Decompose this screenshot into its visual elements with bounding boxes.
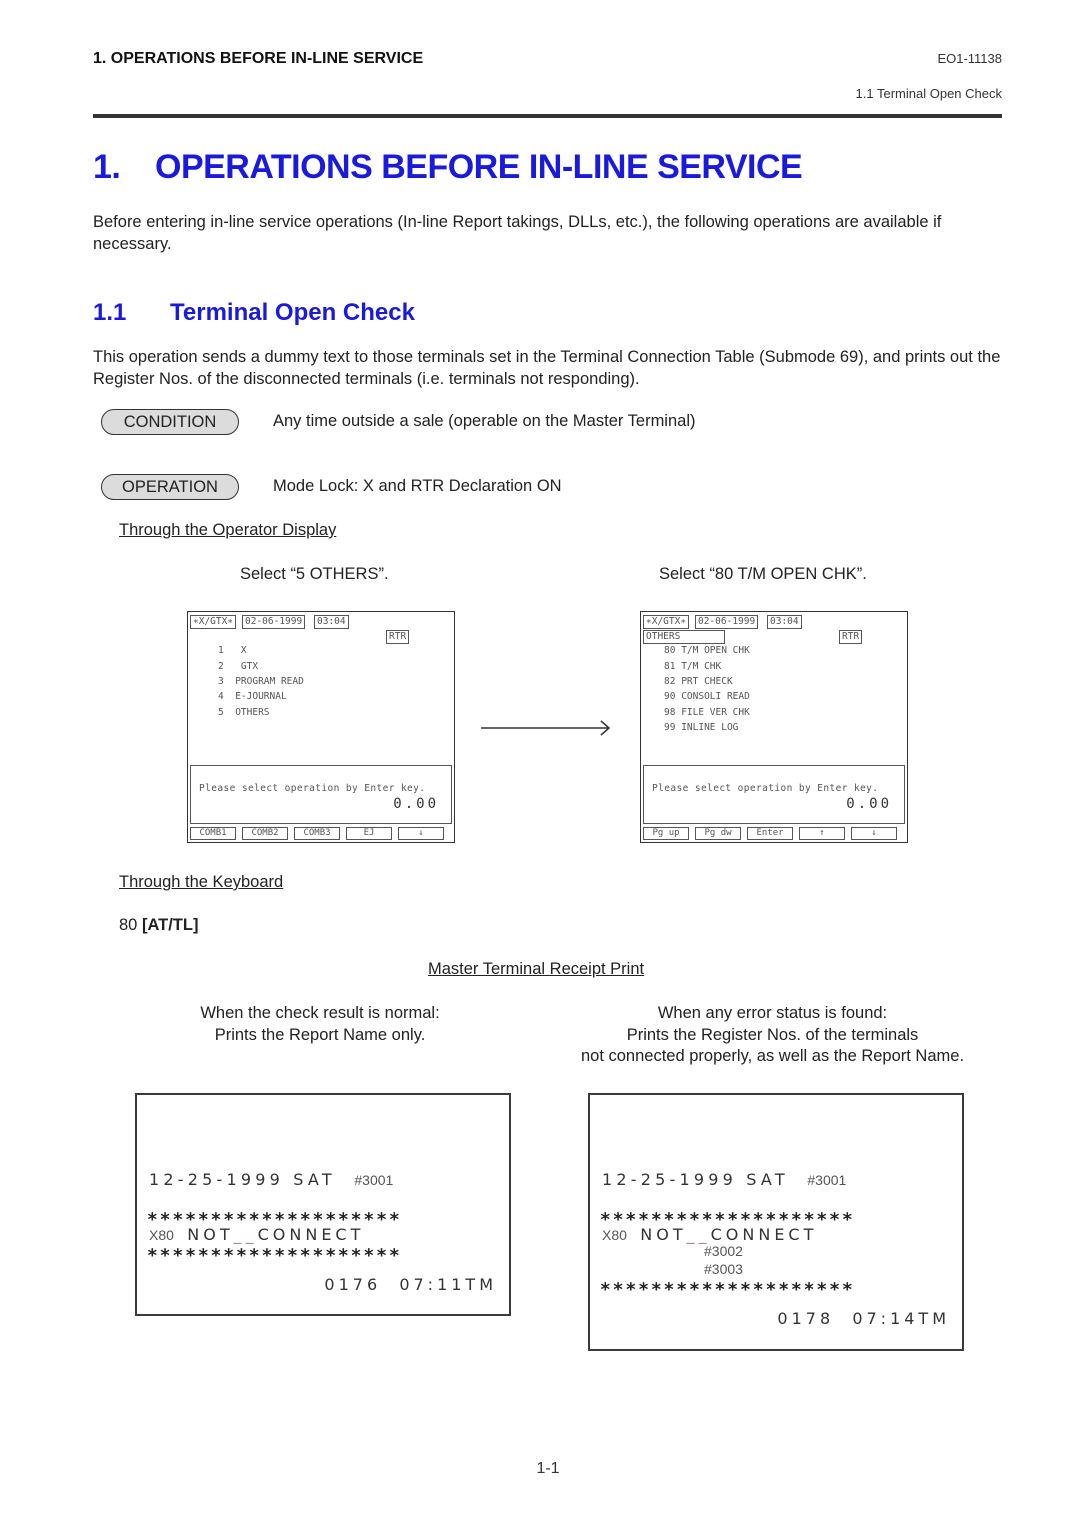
- caption-line: When any error status is found:: [657, 1004, 888, 1022]
- fkey-comb1[interactable]: COMB1: [190, 827, 236, 840]
- disconnected-register: #3003: [704, 1261, 743, 1277]
- normal-case-caption: When the check result is normal: Prints …: [160, 1003, 480, 1046]
- chapter-title: OPERATIONS BEFORE IN-LINE SERVICE: [155, 148, 803, 186]
- menu-item[interactable]: 4 E-JOURNAL: [218, 691, 287, 703]
- rtr-indicator: RTR: [839, 630, 863, 644]
- running-header-title: 1. OPERATIONS BEFORE IN-LINE SERVICE: [93, 50, 424, 67]
- receipt-stars-bottom: ∗∗∗∗∗∗∗∗∗∗∗∗∗∗∗∗∗∗∗∗: [147, 1242, 402, 1263]
- operator-display-heading: Through the Operator Display: [119, 521, 337, 539]
- caption-line: When the check result is normal:: [200, 1004, 440, 1022]
- receipt-stars-top: ∗∗∗∗∗∗∗∗∗∗∗∗∗∗∗∗∗∗∗∗: [600, 1206, 855, 1227]
- receipt-report-line: X80 NOT__CONNECT: [602, 1225, 818, 1244]
- message-area: Please select operation by Enter key. 0.…: [643, 765, 905, 824]
- fkey-enter[interactable]: Enter: [747, 827, 793, 840]
- receipt-stars-top: ∗∗∗∗∗∗∗∗∗∗∗∗∗∗∗∗∗∗∗∗: [147, 1206, 402, 1227]
- receipt-normal: 12-25-1999 SAT #3001 ∗∗∗∗∗∗∗∗∗∗∗∗∗∗∗∗∗∗∗…: [135, 1093, 511, 1316]
- caption-line: not connected properly, as well as the R…: [580, 1047, 965, 1065]
- chapter-heading: 1. OPERATIONS BEFORE IN-LINE SERVICE: [93, 148, 803, 187]
- menu-item[interactable]: 1 X: [218, 645, 247, 657]
- key-sequence-number: 80: [119, 916, 138, 934]
- message-area: Please select operation by Enter key. 0.…: [190, 765, 452, 824]
- fkey-comb3[interactable]: COMB3: [294, 827, 340, 840]
- operator-display-screen-1: ∗X/GTX∗ 02-06-1999 03:04 RTR 1 X 2 GTX 3…: [187, 611, 455, 843]
- fkey-down-arrow-icon[interactable]: ↓: [851, 827, 897, 840]
- section-description: This operation sends a dummy text to tho…: [93, 348, 1001, 388]
- menu-item[interactable]: 99 INLINE LOG: [664, 722, 738, 734]
- menu-item-others[interactable]: 5 OTHERS: [218, 707, 270, 719]
- operation-text: Mode Lock: X and RTR Declaration ON: [273, 477, 562, 495]
- step2-caption: Select “80 T/M OPEN CHK”.: [659, 565, 867, 583]
- fkey-ej[interactable]: EJ: [346, 827, 392, 840]
- fkey-down-arrow-icon[interactable]: ↓: [398, 827, 444, 840]
- rtr-indicator: RTR: [386, 630, 410, 644]
- menu-item[interactable]: 82 PRT CHECK: [664, 676, 733, 688]
- date-indicator: 02-06-1999: [242, 615, 306, 629]
- amount-display: 0.00: [846, 796, 892, 812]
- screen-title: OTHERS: [643, 630, 725, 644]
- chapter-number: 1.: [93, 148, 121, 186]
- receipt-date-line: 12-25-1999 SAT #3001: [149, 1170, 394, 1189]
- fkey-page-up[interactable]: Pg up: [643, 827, 689, 840]
- date-indicator: 02-06-1999: [695, 615, 759, 629]
- receipt-footer: 0176 07:11TM: [324, 1275, 497, 1294]
- caption-line: Prints the Register Nos. of the terminal…: [626, 1025, 919, 1044]
- receipt-footer: 0178 07:14TM: [777, 1309, 950, 1328]
- receipt-error: 12-25-1999 SAT #3001 ∗∗∗∗∗∗∗∗∗∗∗∗∗∗∗∗∗∗∗…: [588, 1093, 964, 1351]
- menu-item[interactable]: 90 CONSOLI READ: [664, 691, 750, 703]
- prompt-message: Please select operation by Enter key.: [652, 783, 879, 794]
- condition-badge: CONDITION: [101, 409, 239, 435]
- right-arrow-icon: [481, 720, 611, 736]
- document-code: EO1-11138: [937, 51, 1002, 66]
- menu-item[interactable]: 98 FILE VER CHK: [664, 707, 750, 719]
- menu-item[interactable]: 3 PROGRAM READ: [218, 676, 304, 688]
- function-keys: COMB1 COMB2 COMB3 EJ ↓: [190, 827, 452, 840]
- time-indicator: 03:04: [767, 615, 802, 629]
- mode-indicator: ∗X/GTX∗: [643, 615, 690, 629]
- error-case-caption: When any error status is found: Prints t…: [545, 1003, 1000, 1068]
- key-sequence: 80 [AT/TL]: [119, 916, 198, 935]
- fkey-up-arrow-icon[interactable]: ↑: [799, 827, 845, 840]
- caption-line: Prints the Report Name only.: [214, 1025, 426, 1044]
- section-title: Terminal Open Check: [170, 299, 415, 326]
- prompt-message: Please select operation by Enter key.: [199, 783, 426, 794]
- receipt-print-heading: Master Terminal Receipt Print: [428, 960, 645, 978]
- header-rule: [93, 114, 1002, 118]
- section-heading: 1.1 Terminal Open Check: [93, 299, 415, 327]
- mode-indicator: ∗X/GTX∗: [190, 615, 237, 629]
- operator-display-screen-2: ∗X/GTX∗ 02-06-1999 03:04 OTHERS RTR 80 T…: [640, 611, 908, 843]
- condition-text: Any time outside a sale (operable on the…: [273, 412, 696, 430]
- disconnected-register: #3002: [704, 1243, 743, 1259]
- chapter-intro: Before entering in-line service operatio…: [93, 213, 942, 253]
- step1-caption: Select “5 OTHERS”.: [240, 565, 389, 583]
- function-keys: Pg up Pg dw Enter ↑ ↓: [643, 827, 905, 840]
- operation-badge: OPERATION: [101, 474, 239, 500]
- key-at-tl: [AT/TL]: [141, 916, 199, 934]
- page-number: 1-1: [536, 1460, 560, 1477]
- fkey-page-down[interactable]: Pg dw: [695, 827, 741, 840]
- receipt-date-line: 12-25-1999 SAT #3001: [602, 1170, 847, 1189]
- time-indicator: 03:04: [314, 615, 349, 629]
- fkey-comb2[interactable]: COMB2: [242, 827, 288, 840]
- menu-item-tm-open-chk[interactable]: 80 T/M OPEN CHK: [664, 645, 750, 657]
- section-number: 1.1: [93, 299, 127, 326]
- running-header-section: 1.1 Terminal Open Check: [855, 86, 1002, 101]
- menu-item[interactable]: 81 T/M CHK: [664, 661, 721, 673]
- receipt-stars-bottom: ∗∗∗∗∗∗∗∗∗∗∗∗∗∗∗∗∗∗∗∗: [600, 1276, 855, 1297]
- keyboard-heading: Through the Keyboard: [119, 873, 284, 891]
- menu-item[interactable]: 2 GTX: [218, 661, 258, 673]
- amount-display: 0.00: [393, 796, 439, 812]
